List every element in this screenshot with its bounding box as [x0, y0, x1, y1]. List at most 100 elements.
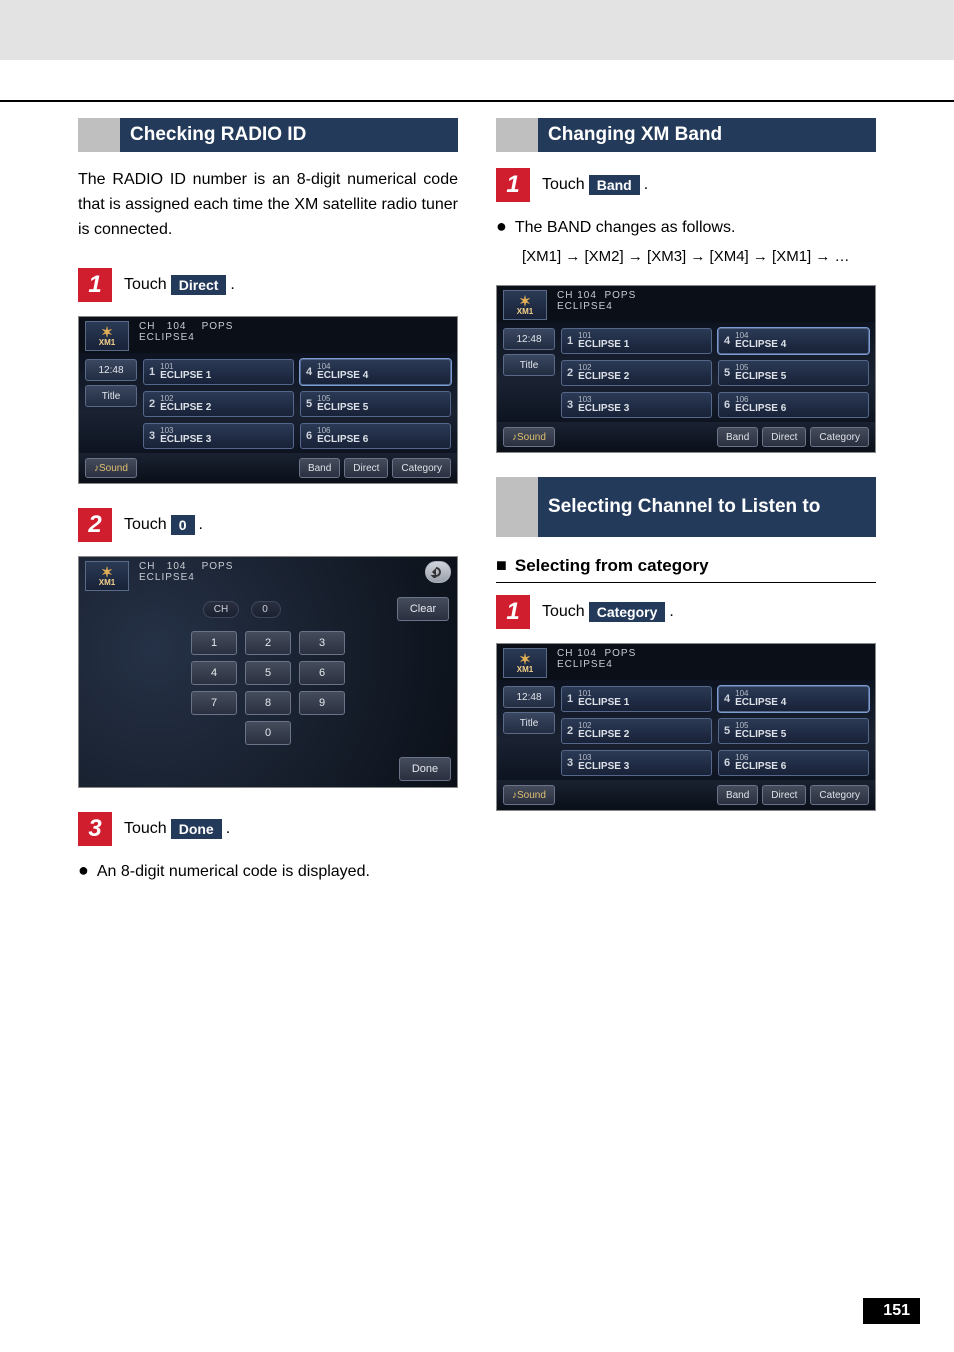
preset-2[interactable]: 2102ECLIPSE 2 — [561, 360, 712, 386]
time-button[interactable]: 12:48 — [503, 328, 555, 350]
step-1-text: Touch Direct . — [124, 275, 235, 295]
genre-label: POPS — [202, 321, 234, 332]
xm-badge: ✶XM1 — [503, 648, 547, 678]
keypad-4[interactable]: 4 — [191, 661, 237, 685]
category-button-label: Category — [589, 602, 666, 622]
preset-6[interactable]: 6106ECLIPSE 6 — [718, 392, 869, 418]
preset-5[interactable]: 5105ECLIPSE 5 — [718, 718, 869, 744]
preset-3[interactable]: 3103ECLIPSE 3 — [561, 750, 712, 776]
step-1-band: 1 Touch Band . — [496, 168, 876, 202]
preset-4[interactable]: 4104ECLIPSE 4 — [718, 686, 869, 712]
preset-2[interactable]: 2102ECLIPSE 2 — [561, 718, 712, 744]
direct-button[interactable]: Direct — [762, 785, 806, 805]
top-gray-band — [0, 0, 954, 60]
category-button[interactable]: Category — [810, 427, 869, 447]
sound-button[interactable]: ♪Sound — [503, 785, 555, 805]
step-suffix: . — [644, 176, 648, 194]
step-number-1: 1 — [78, 268, 112, 302]
band-change-bullet: ● The BAND changes as follows. — [496, 216, 876, 239]
keypad-7[interactable]: 7 — [191, 691, 237, 715]
xm-badge: ✶ XM1 — [85, 321, 129, 351]
clear-button[interactable]: Clear — [397, 597, 449, 621]
section-title: Checking RADIO ID — [120, 118, 458, 152]
direct-button[interactable]: Direct — [344, 458, 388, 478]
keypad-8[interactable]: 8 — [245, 691, 291, 715]
keypad-0[interactable]: 0 — [245, 721, 291, 745]
preset-3[interactable]: 3103ECLIPSE 3 — [143, 423, 294, 449]
keypad-9[interactable]: 9 — [299, 691, 345, 715]
section-title: Changing XM Band — [538, 118, 876, 152]
category-button[interactable]: Category — [810, 785, 869, 805]
sound-button[interactable]: ♪Sound — [85, 458, 137, 478]
band-flow-sequence: [XM1] → [XM2] → [XM3] → [XM4] → [XM1] → … — [522, 245, 876, 269]
step-2: 2 Touch 0 . — [78, 508, 458, 542]
preset-grid: 1101ECLIPSE 14104ECLIPSE 42102ECLIPSE 25… — [143, 359, 457, 449]
top-divider — [0, 100, 954, 102]
band-button[interactable]: Band — [299, 458, 340, 478]
ch-label: CH — [139, 321, 155, 332]
section-header-changing-band: Changing XM Band — [496, 118, 876, 152]
xm-badge: ✶XM1 — [503, 290, 547, 320]
band-button[interactable]: Band — [717, 427, 758, 447]
step-2-suffix: . — [199, 516, 203, 534]
step-2-text: Touch 0 . — [124, 515, 203, 535]
preset-5[interactable]: 5105ECLIPSE 5 — [718, 360, 869, 386]
title-text: ECLIPSE4 — [139, 332, 233, 343]
step-1: 1 Touch Direct . — [78, 268, 458, 302]
step-suffix: . — [669, 603, 673, 621]
screenshot-keypad: ✶ XM1 CH 104 POPS ECLIPSE4 — [78, 556, 458, 788]
step-2-prefix: Touch — [124, 516, 167, 534]
step-prefix: Touch — [542, 603, 585, 621]
title-button[interactable]: Title — [503, 354, 555, 376]
preset-5[interactable]: 5105ECLIPSE 5 — [300, 391, 451, 417]
result-bullet: ● An 8-digit numerical code is displayed… — [78, 860, 458, 883]
keypad-6[interactable]: 6 — [299, 661, 345, 685]
preset-6[interactable]: 6106ECLIPSE 6 — [300, 423, 451, 449]
band-button-label: Band — [589, 175, 640, 195]
preset-4[interactable]: 4104ECLIPSE 4 — [300, 359, 451, 385]
keypad-1[interactable]: 1 — [191, 631, 237, 655]
step-number-1: 1 — [496, 595, 530, 629]
category-button[interactable]: Category — [392, 458, 451, 478]
preset-1[interactable]: 1101ECLIPSE 1 — [561, 686, 712, 712]
band-button[interactable]: Band — [717, 785, 758, 805]
preset-6[interactable]: 6106ECLIPSE 6 — [718, 750, 869, 776]
keypad-5[interactable]: 5 — [245, 661, 291, 685]
right-column: Changing XM Band 1 Touch Band . ● The BA… — [496, 118, 876, 890]
keypad-2[interactable]: 2 — [245, 631, 291, 655]
step-3-text: Touch Done . — [124, 819, 230, 839]
subheading-selecting-category: ■ Selecting from category — [496, 555, 876, 583]
preset-1[interactable]: 1101ECLIPSE 1 — [561, 328, 712, 354]
keypad-ch-value: 0 — [251, 601, 281, 618]
step-3: 3 Touch Done . — [78, 812, 458, 846]
step-prefix: Touch — [542, 176, 585, 194]
step-1-prefix: Touch — [124, 276, 167, 294]
time-button[interactable]: 12:48 — [503, 686, 555, 708]
title-button[interactable]: Title — [85, 385, 137, 407]
zero-button-label: 0 — [171, 515, 195, 535]
page-number: 151 — [863, 1298, 920, 1324]
xm-badge: ✶ XM1 — [85, 561, 129, 591]
section-header-selecting-channel: Selecting Channel to Listen to — [496, 477, 876, 537]
preset-4[interactable]: 4104ECLIPSE 4 — [718, 328, 869, 354]
time-button[interactable]: 12:48 — [85, 359, 137, 381]
keypad-3[interactable]: 3 — [299, 631, 345, 655]
step-3-suffix: . — [226, 820, 230, 838]
direct-button[interactable]: Direct — [762, 427, 806, 447]
section-title: Selecting Channel to Listen to — [538, 477, 876, 537]
preset-3[interactable]: 3103ECLIPSE 3 — [561, 392, 712, 418]
sound-button[interactable]: ♪Sound — [503, 427, 555, 447]
step-1-category: 1 Touch Category . — [496, 595, 876, 629]
preset-2[interactable]: 2102ECLIPSE 2 — [143, 391, 294, 417]
screenshot-preset-list-3: ✶XM1 CH 104 POPS ECLIPSE4 12:48 Title 11… — [496, 643, 876, 811]
preset-1[interactable]: 1101ECLIPSE 1 — [143, 359, 294, 385]
done-button[interactable]: Done — [399, 757, 451, 781]
back-icon[interactable] — [425, 561, 451, 583]
intro-paragraph: The RADIO ID number is an 8-digit numeri… — [78, 168, 458, 242]
section-header-radio-id: Checking RADIO ID — [78, 118, 458, 152]
left-column: Checking RADIO ID The RADIO ID number is… — [78, 118, 458, 890]
ch-number: 104 — [167, 321, 187, 332]
step-number-2: 2 — [78, 508, 112, 542]
step-number-3: 3 — [78, 812, 112, 846]
title-button[interactable]: Title — [503, 712, 555, 734]
